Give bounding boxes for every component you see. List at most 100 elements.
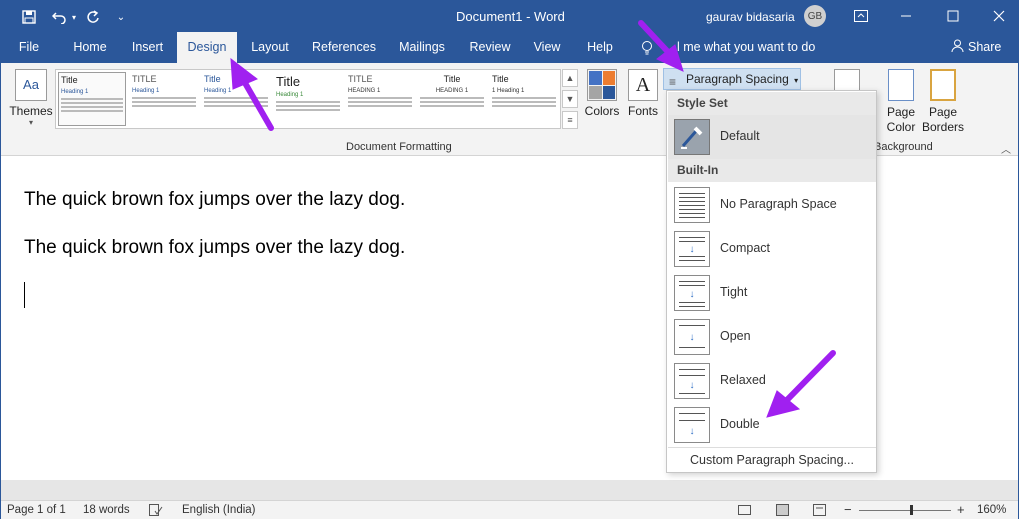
zoom-slider-thumb[interactable]: [910, 505, 913, 515]
avatar[interactable]: GB: [804, 5, 826, 27]
style-thumb-heading: HEADING 1: [435, 88, 469, 94]
language[interactable]: English (India): [182, 504, 256, 516]
spacing-relaxed-icon: ↓: [674, 363, 710, 399]
share-label: Share: [968, 40, 1002, 54]
collapse-ribbon-icon[interactable]: ︿: [1001, 141, 1011, 156]
paragraph-spacing-label: Paragraph Spacing: [686, 72, 789, 86]
spacing-double-icon: ↓: [674, 407, 710, 443]
page-count[interactable]: Page 1 of 1: [7, 504, 66, 516]
custom-paragraph-spacing-button[interactable]: Custom Paragraph Spacing...: [668, 447, 876, 471]
themes-label: Themes: [9, 104, 53, 118]
style-thumb-title: TITLE: [348, 74, 373, 84]
colors-button[interactable]: Colors: [583, 69, 621, 118]
user-name[interactable]: gaurav bidasaria: [706, 10, 795, 24]
tab-insert[interactable]: Insert: [125, 32, 170, 63]
style-thumb[interactable]: TITLE Heading 1: [130, 72, 198, 126]
style-thumb[interactable]: Title Heading 1: [274, 72, 342, 126]
style-thumb[interactable]: Title HEADING 1: [418, 72, 486, 126]
paragraph-spacing-menu: Style Set Default Built-In No Paragraph …: [666, 90, 877, 473]
paragraph[interactable]: The quick brown fox jumps over the lazy …: [24, 237, 405, 259]
fonts-button[interactable]: A Fonts: [625, 69, 661, 118]
spacing-none-icon: [674, 187, 710, 223]
menu-item-tight[interactable]: ↓ Tight: [668, 271, 876, 315]
tab-review[interactable]: Review: [464, 32, 516, 63]
tab-mailings[interactable]: Mailings: [391, 32, 453, 63]
style-thumb[interactable]: Title 1 Heading 1: [490, 72, 558, 126]
word-window: ▾ ⌄ Document1 - Word gaurav bidasaria GB…: [0, 0, 1019, 519]
tab-design[interactable]: Design: [177, 32, 237, 63]
gallery-scroll-down-icon[interactable]: ▼: [562, 90, 578, 108]
group-label-background: Background: [874, 141, 933, 153]
paragraph-spacing-button[interactable]: ≡ Paragraph Spacing ▾: [663, 68, 801, 90]
proofing-icon[interactable]: [149, 504, 163, 519]
builtin-header: Built-In: [668, 159, 876, 182]
zoom-slider[interactable]: [859, 510, 951, 511]
page-color-label: Page Color: [886, 105, 916, 134]
gallery-scroll-up-icon[interactable]: ▲: [562, 69, 578, 87]
ribbon-display-options-icon[interactable]: [851, 6, 871, 26]
themes-button[interactable]: Aa Themes ▾: [9, 69, 53, 127]
menu-item-double[interactable]: ↓ Double: [668, 403, 876, 447]
tab-references[interactable]: References: [307, 32, 381, 63]
zoom-level[interactable]: 160%: [977, 504, 1006, 516]
minimize-icon[interactable]: [896, 6, 916, 26]
zoom-in-icon[interactable]: +: [957, 502, 965, 517]
tell-me-text: l me what you want to do: [677, 40, 816, 54]
undo-icon[interactable]: [49, 7, 69, 27]
print-layout-icon[interactable]: [776, 504, 789, 519]
menu-item-open[interactable]: ↓ Open: [668, 315, 876, 359]
tab-help[interactable]: Help: [579, 32, 621, 63]
style-thumb-heading: Heading 1: [61, 89, 89, 95]
style-thumb-title: Title: [276, 74, 301, 89]
tab-home[interactable]: Home: [65, 32, 115, 63]
page-borders-button[interactable]: Page Borders: [921, 69, 965, 135]
fonts-label: Fonts: [627, 104, 658, 118]
page-color-button[interactable]: Page Color: [879, 69, 923, 135]
style-thumb-title: Title: [492, 74, 509, 84]
chevron-down-icon[interactable]: ⌄: [113, 7, 129, 27]
style-set-header: Style Set: [668, 92, 876, 115]
tab-view[interactable]: View: [527, 32, 567, 63]
document-title: Document1 - Word: [456, 9, 565, 24]
style-thumb-heading: 1 Heading 1: [492, 88, 525, 94]
menu-item-label: Relaxed: [720, 373, 766, 387]
spacing-open-icon: ↓: [674, 319, 710, 355]
save-icon[interactable]: [19, 7, 39, 27]
tab-file[interactable]: File: [9, 32, 49, 63]
style-set-gallery: Title Heading 1 TITLE Heading 1 Title He…: [55, 69, 561, 129]
menu-item-label: Open: [720, 329, 751, 343]
ribbon-tabs: File Home Insert Design Layout Reference…: [1, 32, 1018, 63]
paragraph-spacing-icon: ≡: [669, 75, 677, 89]
gallery-more-icon[interactable]: ≡: [562, 111, 578, 129]
brush-icon: [674, 119, 710, 155]
menu-item-compact[interactable]: ↓ Compact: [668, 227, 876, 271]
maximize-icon[interactable]: [943, 6, 963, 26]
tell-me-search[interactable]: l me what you want to do: [641, 32, 815, 63]
menu-item-relaxed[interactable]: ↓ Relaxed: [668, 359, 876, 403]
tab-layout[interactable]: Layout: [244, 32, 296, 63]
share-button[interactable]: Share: [951, 32, 1001, 63]
themes-icon: Aa: [15, 69, 47, 101]
undo-dropdown-icon[interactable]: ▾: [69, 7, 79, 27]
focus-mode-icon[interactable]: [738, 504, 751, 519]
zoom-out-icon[interactable]: −: [844, 502, 852, 517]
style-thumb[interactable]: Title Heading 1: [58, 72, 126, 126]
style-thumb[interactable]: TITLE HEADING 1: [346, 72, 414, 126]
lightbulb-icon: [642, 40, 652, 55]
paragraph[interactable]: The quick brown fox jumps over the lazy …: [24, 189, 405, 211]
style-thumb-title: Title: [204, 74, 221, 84]
menu-item-default[interactable]: Default: [668, 115, 876, 159]
word-count[interactable]: 18 words: [83, 504, 130, 516]
menu-item-label: Default: [720, 129, 760, 143]
style-thumb-title: TITLE: [132, 74, 157, 84]
redo-icon[interactable]: [83, 7, 103, 27]
title-bar: ▾ ⌄ Document1 - Word gaurav bidasaria GB: [1, 1, 1018, 32]
menu-item-no-paragraph-space[interactable]: No Paragraph Space: [668, 183, 876, 227]
web-layout-icon[interactable]: [813, 504, 826, 519]
style-thumb-heading: Heading 1: [204, 88, 232, 94]
style-thumb[interactable]: Title Heading 1: [202, 72, 270, 126]
close-icon[interactable]: [989, 6, 1009, 26]
group-label-document-formatting: Document Formatting: [346, 141, 452, 153]
person-icon: [951, 39, 964, 53]
fonts-icon: A: [628, 69, 658, 101]
